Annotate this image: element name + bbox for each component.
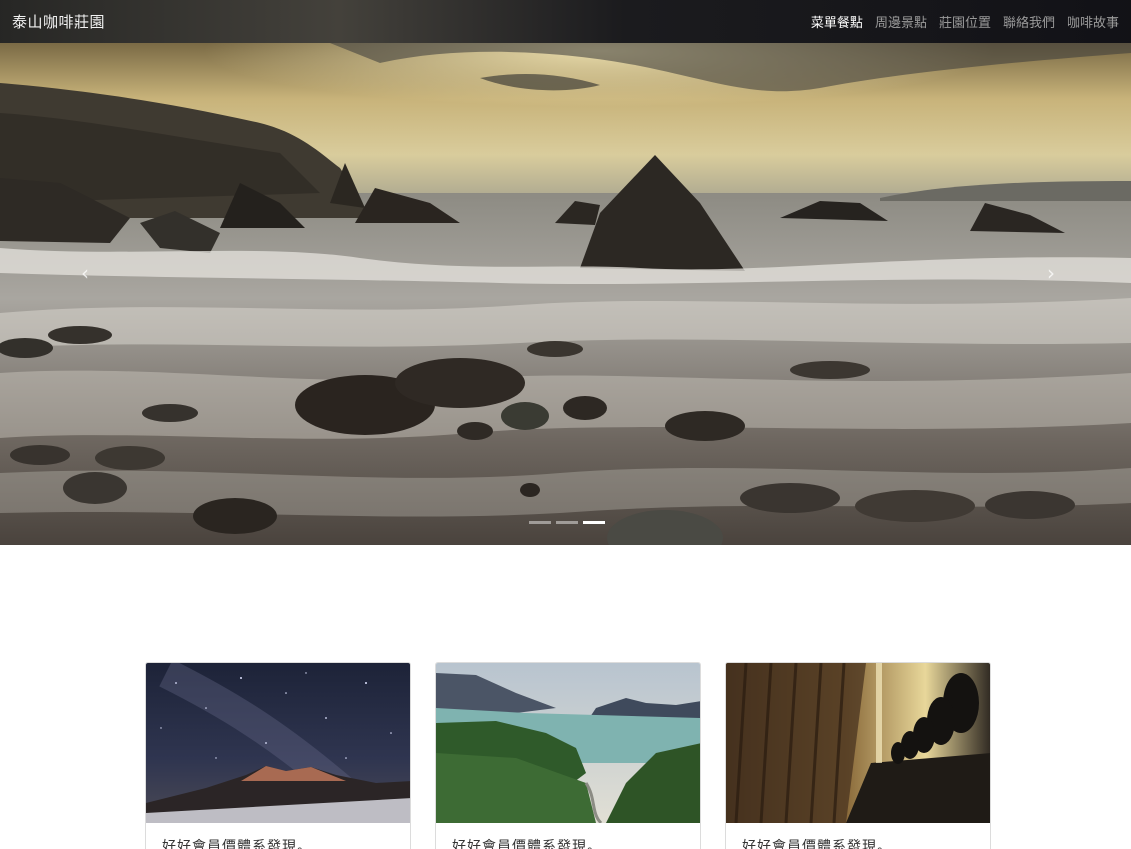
feature-card[interactable]: 好好會員價體系發現。 (435, 662, 701, 849)
carousel-indicator-2[interactable] (556, 521, 578, 524)
carousel-indicators (529, 521, 610, 524)
carousel-next-control[interactable]: › (1036, 258, 1066, 288)
feature-cards: 好好會員價體系發現。 好好會員價體系發現。 好好會員價體系發現。 (145, 662, 991, 849)
seascape-slide-image (0, 43, 1131, 545)
starry-mountain-image (146, 663, 410, 823)
feature-card[interactable]: 好好會員價體系發現。 (725, 662, 991, 849)
card-text: 好好會員價體系發現。 (452, 839, 602, 849)
card-text: 好好會員價體系發現。 (742, 839, 892, 849)
nav-link-attractions[interactable]: 周邊景點 (875, 12, 927, 31)
carousel-prev-control[interactable]: ‹ (70, 258, 100, 288)
hero-carousel: ‹ › (0, 43, 1131, 545)
card-text: 好好會員價體系發現。 (162, 839, 312, 849)
nav-link-contact[interactable]: 聯絡我們 (1003, 12, 1055, 31)
nav-link-location[interactable]: 莊園位置 (939, 12, 991, 31)
top-navbar: 泰山咖啡莊園 菜單餐點 周邊景點 莊園位置 聯絡我們 咖啡故事 (0, 0, 1131, 43)
carousel-indicator-3[interactable] (583, 521, 605, 524)
feature-card[interactable]: 好好會員價體系發現。 (145, 662, 411, 849)
nav-links: 菜單餐點 周邊景點 莊園位置 聯絡我們 咖啡故事 (799, 12, 1119, 31)
lake-valley-image (436, 663, 700, 823)
nav-link-story[interactable]: 咖啡故事 (1067, 12, 1119, 31)
chevron-right-icon: › (1047, 261, 1055, 285)
nav-link-menu[interactable]: 菜單餐點 (811, 12, 863, 31)
brand-logo-link[interactable]: 泰山咖啡莊園 (12, 11, 105, 32)
theater-seats-image (726, 663, 990, 823)
chevron-left-icon: ‹ (81, 261, 89, 285)
carousel-indicator-1[interactable] (529, 521, 551, 524)
